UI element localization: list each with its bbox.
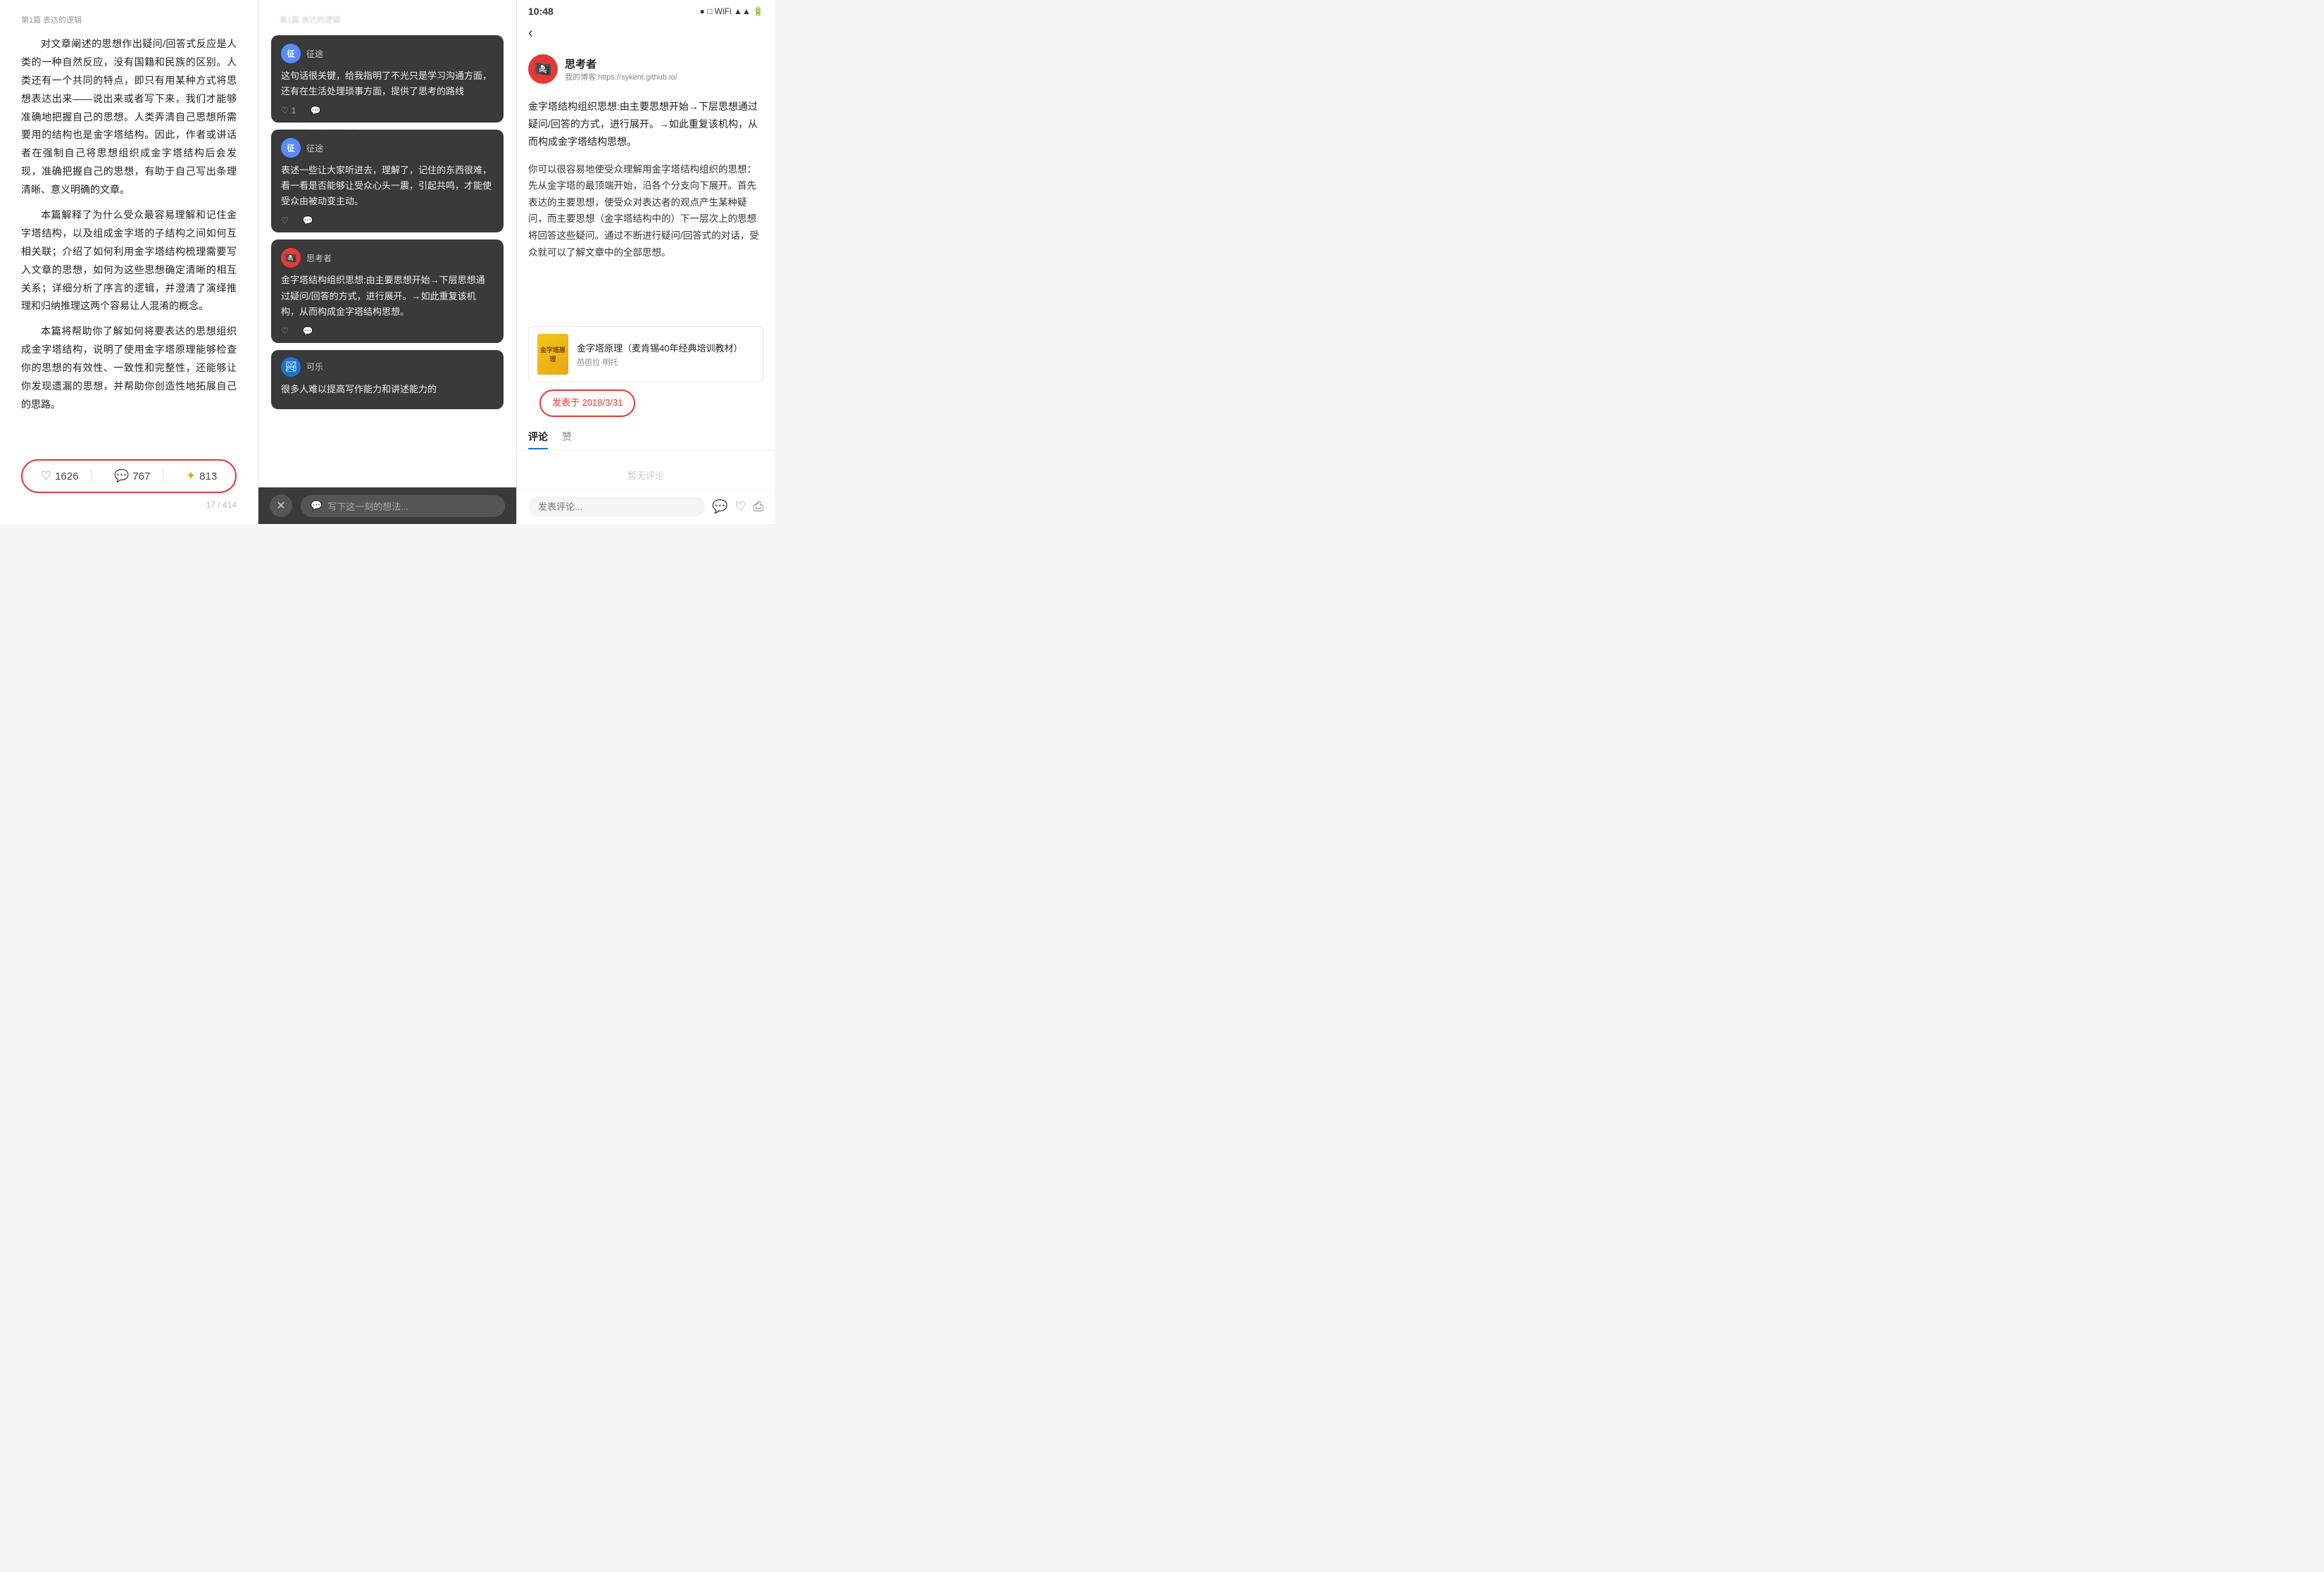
author-avatar: 🏴‍☠️ (528, 54, 558, 84)
username-2: 征途 (306, 142, 323, 154)
tabs-row: 评论 赞 (517, 425, 775, 450)
comment-text-2: 表述一些让大家听进去，理解了，记住的东西很难，看一看是否能够让受众心头一震，引起… (281, 163, 494, 209)
comment-text-3: 金字塔结构组织思想:由主要思想开始→下层思想通过疑问/回答的方式，进行展开。→如… (281, 273, 494, 319)
page-indicator: 17 / 414 (21, 500, 237, 510)
reader-para-2: 本篇解释了为什么受众最容易理解和记住金字塔结构，以及组成金字塔的子结构之间如何互… (21, 206, 237, 316)
heart-icon: ♡ (41, 469, 51, 483)
comment-card-3: 🏴‍☠️ 思考者 金字塔结构组织思想:由主要思想开始→下层思想通过疑问/回答的方… (271, 239, 504, 342)
kele-comment-text: 很多人难以提高写作能力和讲述能力的 (281, 382, 494, 397)
book-cover-text: 金字塔原理 (539, 345, 567, 363)
comment-actions-1: ♡ 1 💬 (281, 106, 494, 116)
author-info: 思考者 我的博客:https://sykent.github.io/ (565, 56, 677, 82)
comment-icon: 💬 (114, 469, 129, 483)
close-comments-button[interactable]: ✕ (270, 494, 292, 517)
book-title: 金字塔原理（麦肯锡40年经典培训教材） (577, 341, 742, 354)
book-cover: 金字塔原理 (537, 334, 568, 375)
reader-top-label: 第1篇 表达的逻辑 (21, 14, 237, 25)
share-icon: ✦ (186, 469, 196, 483)
username-kele: 可乐 (306, 361, 323, 373)
comment-card-kele: 🏞 可乐 很多人难以提高写作能力和讲述能力的 (271, 350, 504, 409)
reader-footer: ♡ 1626 💬 767 ✦ 813 17 / 414 (21, 449, 237, 510)
avatar-3: 🏴‍☠️ (281, 248, 301, 268)
book-reader-panel: 第1篇 表达的逻辑 对文章阐述的思想作出疑问/回答式反应是人类的一种自然反应，没… (0, 0, 258, 524)
article-detail-panel: 10:48 ● □ WiFi ▲▲ 🔋 ‹ 🏴‍☠️ 思考者 我的博客:http… (517, 0, 775, 524)
avatar-kele: 🏞 (281, 357, 301, 377)
share-action[interactable]: ✦ 813 (186, 469, 217, 483)
comment-input[interactable] (528, 497, 705, 517)
reply-action-2[interactable]: 💬 (303, 216, 313, 225)
username-1: 征途 (306, 48, 323, 60)
avatar-2: 征 (281, 138, 301, 158)
like-action-3[interactable]: ♡ (281, 326, 289, 336)
comment-count: 767 (132, 470, 150, 482)
reader-para-3: 本篇将帮助你了解如何将要表达的思想组织成金字塔结构，说明了使用金字塔原理能够检查… (21, 323, 237, 413)
book-author: 芭芭拉·明托 (577, 356, 742, 368)
comment-text-1: 这句话很关键，给我指明了不光只是学习沟通方面，还有在生活处理琐事方面，提供了思考… (281, 68, 494, 99)
reader-content: 对文章阐述的思想作出疑问/回答式反应是人类的一种自然反应，没有国籍和民族的区别。… (21, 35, 237, 414)
reader-actions-bar: ♡ 1626 💬 767 ✦ 813 (21, 459, 237, 493)
like-count: 1626 (55, 470, 78, 482)
comments-bottom-bar: ✕ 💬 写下这一刻的想法... (258, 487, 516, 524)
sub-text: 你可以很容易地使受众理解用金字塔结构组织的思想：先从金字塔的最顶端开始，沿各个分… (528, 161, 763, 261)
comment-input-placeholder: 写下这一刻的想法... (327, 499, 408, 513)
comments-panel: 第1篇 表达的逻辑 类的一种自然反应，没有国籍和民族的区别。人类还有一个共同的特… (258, 0, 517, 524)
date-wrapper: 发表于 2018/3/31 (517, 389, 775, 425)
tab-likes[interactable]: 赞 (562, 430, 572, 449)
tab-comments[interactable]: 评论 (528, 430, 548, 449)
like-footer-icon[interactable]: ♡ (735, 499, 746, 514)
status-icons: ● □ WiFi ▲▲ 🔋 (699, 6, 763, 16)
comment-input-area[interactable]: 💬 写下这一刻的想法... (301, 495, 505, 517)
avatar-1: 征 (281, 44, 301, 63)
article-content: 金字塔结构组织思想:由主要思想开始→下层思想通过疑问/回答的方式，进行展开。→如… (517, 91, 775, 323)
bg-top-label: 第1篇 表达的逻辑 (280, 14, 495, 25)
commenter-1: 征 征途 (281, 44, 494, 63)
comment-icon-small: 💬 (311, 500, 322, 511)
like-action-2[interactable]: ♡ (281, 216, 289, 225)
commenter-2: 征 征途 (281, 138, 494, 158)
comment-card-1: 征 征途 这句话很关键，给我指明了不光只是学习沟通方面，还有在生活处理琐事方面，… (271, 35, 504, 123)
book-info: 金字塔原理（麦肯锡40年经典培训教材） 芭芭拉·明托 (577, 341, 742, 368)
detail-footer: 💬 ♡ ⎙ (517, 489, 775, 524)
author-section: 🏴‍☠️ 思考者 我的博客:https://sykent.github.io/ (517, 47, 775, 91)
main-text: 金字塔结构组织思想:由主要思想开始→下层思想通过疑问/回答的方式，进行展开。→如… (528, 98, 763, 151)
like-action[interactable]: ♡ 1626 (41, 469, 92, 483)
comment-actions-2: ♡ 💬 (281, 216, 494, 225)
comment-actions-3: ♡ 💬 (281, 326, 494, 336)
commenter-kele: 🏞 可乐 (281, 357, 494, 377)
username-3: 思考者 (306, 252, 332, 264)
status-time: 10:48 (528, 6, 554, 17)
back-button[interactable]: ‹ (528, 25, 533, 42)
reader-para-1: 对文章阐述的思想作出疑问/回答式反应是人类的一种自然反应，没有国籍和民族的区别。… (21, 35, 237, 199)
commenter-3: 🏴‍☠️ 思考者 (281, 248, 494, 268)
comment-footer-icon[interactable]: 💬 (712, 499, 727, 514)
publish-date: 发表于 2018/3/31 (539, 389, 635, 417)
comment-card-2: 征 征途 表述一些让大家听进去，理解了，记住的东西很难，看一看是否能够让受众心头… (271, 130, 504, 232)
status-bar: 10:48 ● □ WiFi ▲▲ 🔋 (517, 0, 775, 20)
reply-action-3[interactable]: 💬 (303, 326, 313, 336)
detail-nav: ‹ (517, 20, 775, 47)
author-bio: 我的博客:https://sykent.github.io/ (565, 71, 677, 82)
share-count: 813 (199, 470, 217, 482)
like-action-1[interactable]: ♡ 1 (281, 106, 296, 116)
comments-overlay: 征 征途 这句话很关键，给我指明了不光只是学习沟通方面，还有在生活处理琐事方面，… (258, 35, 516, 524)
book-card[interactable]: 金字塔原理 金字塔原理（麦肯锡40年经典培训教材） 芭芭拉·明托 (528, 326, 763, 382)
share-footer-icon[interactable]: ⎙ (754, 499, 763, 514)
comment-action[interactable]: 💬 767 (114, 469, 163, 483)
author-name: 思考者 (565, 56, 677, 71)
reply-action-1[interactable]: 💬 (310, 106, 320, 116)
battery-icon: ● □ WiFi ▲▲ 🔋 (699, 6, 763, 16)
no-comment-text: 暂无评论 (517, 454, 775, 489)
